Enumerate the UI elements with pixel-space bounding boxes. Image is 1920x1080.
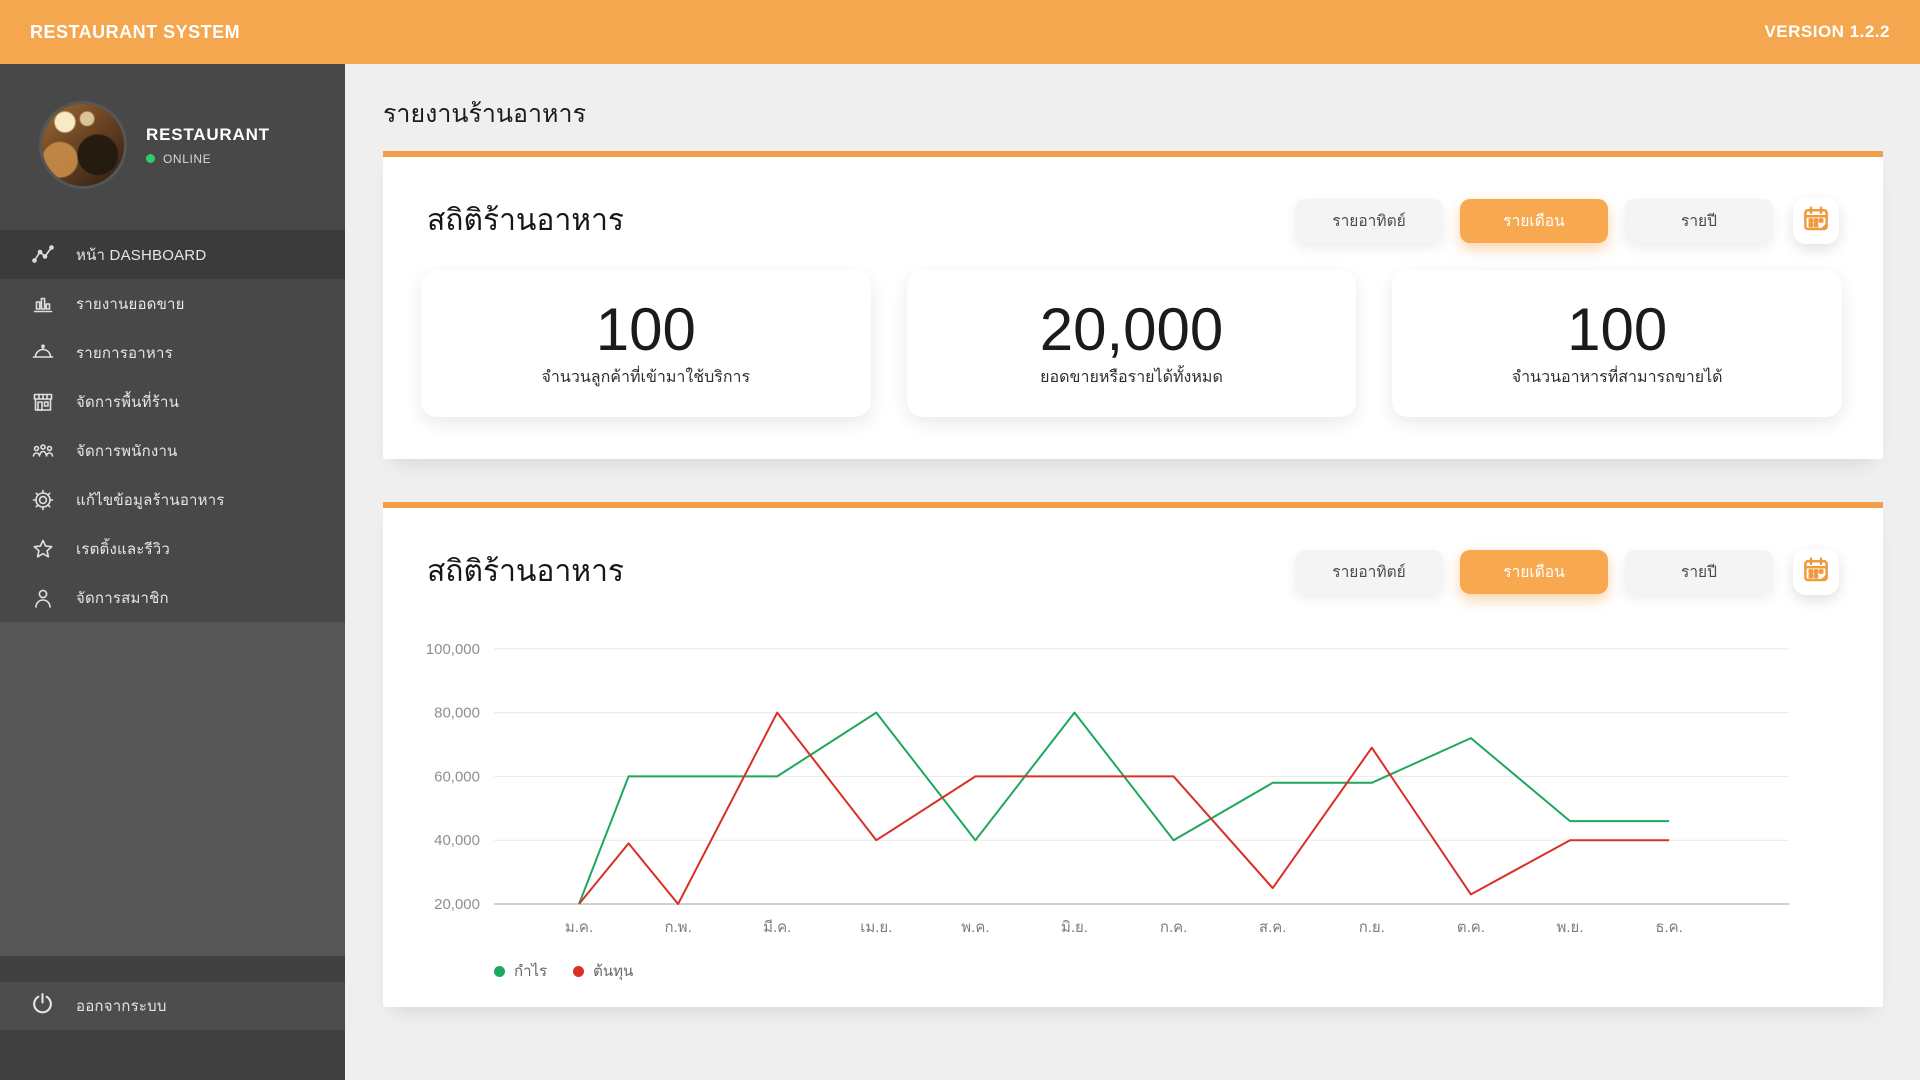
calendar-icon: [1801, 204, 1831, 237]
sidebar-item-dashboard[interactable]: หน้า DASHBOARD: [0, 230, 345, 279]
legend-label: ต้นทุน: [593, 963, 634, 980]
svg-text:ม.ค.: ม.ค.: [565, 919, 593, 936]
svg-text:80,000: 80,000: [434, 705, 480, 722]
section-title: สถิติร้านอาหาร: [427, 204, 625, 237]
avatar: [42, 104, 124, 186]
stat-value: 100: [1567, 295, 1668, 363]
monthly-button[interactable]: รายเดือน: [1460, 549, 1608, 594]
svg-text:พ.ค.: พ.ค.: [961, 919, 989, 936]
svg-text:40,000: 40,000: [434, 832, 480, 849]
svg-text:ก.ค.: ก.ค.: [1160, 919, 1187, 936]
svg-text:พ.ย.: พ.ย.: [1556, 919, 1583, 936]
calendar-icon: [1801, 555, 1831, 588]
svg-text:มิ.ย.: มิ.ย.: [1061, 919, 1088, 936]
sidebar-item-label: เรตติ้งและรีวิว: [76, 540, 171, 558]
monthly-button[interactable]: รายเดือน: [1460, 198, 1608, 243]
version-label: VERSION 1.2.2: [1764, 22, 1890, 41]
weekly-button[interactable]: รายอาทิตย์: [1295, 198, 1443, 243]
sidebar-item-floor-management[interactable]: จัดการพื้นที่ร้าน: [0, 377, 345, 426]
weekly-button[interactable]: รายอาทิตย์: [1295, 549, 1443, 594]
staff-icon: [30, 438, 56, 464]
svg-text:60,000: 60,000: [434, 768, 480, 785]
logout-button[interactable]: ออกจากระบบ: [0, 982, 345, 1030]
sidebar-item-label: จัดการพื้นที่ร้าน: [76, 393, 180, 411]
calendar-button[interactable]: [1793, 197, 1839, 244]
chart-legend: กำไร ต้นทุน: [494, 959, 1883, 1007]
sidebar-item-label: หน้า DASHBOARD: [76, 246, 207, 264]
sidebar: RESTAURANT ONLINE หน้า DASHBOARD รายงานย…: [0, 64, 345, 1080]
svg-text:ส.ค.: ส.ค.: [1259, 919, 1287, 936]
line-chart[interactable]: 20,000 40,000 60,000 80,000 100,000 ม.ค. ก.พ. ม…: [419, 631, 1883, 953]
sidebar-item-label: รายงานยอดขาย: [76, 295, 185, 313]
page-title: รายงานร้านอาหาร: [383, 100, 587, 128]
legend-label: กำไร: [514, 963, 548, 980]
sidebar-item-label: แก้ไขข้อมูลร้านอาหาร: [76, 491, 225, 509]
profile-name: RESTAURANT: [146, 124, 270, 144]
calendar-button[interactable]: [1793, 548, 1839, 595]
stat-card-dishes: 100 จำนวนอาหารที่สามารถขายได้: [1392, 270, 1843, 417]
logout-label: ออกจากระบบ: [76, 998, 167, 1015]
power-icon: [30, 991, 55, 1021]
legend-item-cost: ต้นทุน: [573, 959, 633, 983]
legend-dot-cost: [573, 965, 585, 977]
stats-panel-header: สถิติร้านอาหาร รายอาทิตย์ รายเดือน รายปี: [383, 157, 1883, 244]
section-title: สถิติร้านอาหาร: [427, 555, 625, 588]
member-icon: [30, 585, 56, 611]
stat-label: จำนวนอาหารที่สามารถขายได้: [1511, 368, 1723, 386]
sidebar-item-member-management[interactable]: จัดการสมาชิก: [0, 573, 345, 622]
gear-icon: [30, 487, 56, 513]
bar-chart-icon: [30, 291, 56, 317]
online-status-dot: [146, 154, 155, 163]
sidebar-item-sales-report[interactable]: รายงานยอดขาย: [0, 279, 345, 328]
svg-text:มี.ค.: มี.ค.: [763, 919, 791, 936]
online-status-label: ONLINE: [163, 151, 212, 166]
sidebar-footer: ออกจากระบบ: [0, 956, 345, 1080]
svg-text:เม.ย.: เม.ย.: [860, 919, 892, 936]
stat-label: ยอดขายหรือรายได้ทั้งหมด: [1040, 368, 1223, 386]
chart-panel: สถิติร้านอาหาร รายอาทิตย์ รายเดือน รายปี…: [383, 502, 1883, 1007]
svg-text:ก.ย.: ก.ย.: [1359, 919, 1385, 936]
svg-text:20,000: 20,000: [434, 896, 480, 913]
profile-info: RESTAURANT ONLINE: [146, 125, 270, 166]
stat-value: 20,000: [1039, 295, 1224, 363]
sidebar-item-edit-restaurant[interactable]: แก้ไขข้อมูลร้านอาหาร: [0, 475, 345, 524]
sidebar-item-food-list[interactable]: รายการอาหาร: [0, 328, 345, 377]
svg-text:ก.พ.: ก.พ.: [664, 919, 691, 936]
yearly-button[interactable]: รายปี: [1625, 198, 1773, 243]
stat-card-customers: 100 จำนวนลูกค้าที่เข้ามาใช้บริการ: [421, 270, 871, 417]
sidebar-menu: หน้า DASHBOARD รายงานยอดขาย รายการอาหาร …: [0, 230, 345, 622]
legend-dot-profit: [494, 965, 505, 977]
sidebar-item-label: รายการอาหาร: [76, 344, 173, 362]
stats-panel: สถิติร้านอาหาร รายอาทิตย์ รายเดือน รายปี…: [383, 151, 1883, 459]
sidebar-item-label: จัดการพนักงาน: [76, 442, 178, 460]
legend-item-profit: กำไร: [494, 959, 547, 983]
app-brand: RESTAURANT SYSTEM: [30, 21, 241, 42]
sidebar-item-label: จัดการสมาชิก: [76, 589, 169, 607]
chart-panel-header: สถิติร้านอาหาร รายอาทิตย์ รายเดือน รายปี: [383, 508, 1883, 595]
svg-text:100,000: 100,000: [426, 641, 480, 658]
online-status: ONLINE: [146, 152, 270, 166]
dashboard-icon: [30, 242, 56, 268]
cloche-icon: [30, 340, 56, 366]
profile: RESTAURANT ONLINE: [0, 104, 345, 230]
stat-card-revenue: 20,000 ยอดขายหรือรายได้ทั้งหมด: [906, 270, 1357, 417]
main-content: รายงานร้านอาหาร สถิติร้านอาหาร รายอาทิตย…: [345, 64, 1920, 1080]
stat-label: จำนวนลูกค้าที่เข้ามาใช้บริการ: [541, 368, 751, 386]
sidebar-item-staff-management[interactable]: จัดการพนักงาน: [0, 426, 345, 475]
sidebar-top: RESTAURANT ONLINE หน้า DASHBOARD รายงานย…: [0, 64, 345, 622]
stat-cards-row: 100 จำนวนลูกค้าที่เข้ามาใช้บริการ 20,000…: [383, 244, 1883, 459]
svg-text:ธ.ค.: ธ.ค.: [1655, 919, 1683, 936]
star-icon: [30, 536, 56, 562]
svg-text:ต.ค.: ต.ค.: [1457, 919, 1485, 936]
topbar: RESTAURANT SYSTEM VERSION 1.2.2: [0, 0, 1920, 64]
sidebar-item-ratings-reviews[interactable]: เรตติ้งและรีวิว: [0, 524, 345, 573]
stat-value: 100: [595, 295, 696, 363]
storefront-icon: [30, 389, 56, 415]
yearly-button[interactable]: รายปี: [1625, 549, 1773, 594]
